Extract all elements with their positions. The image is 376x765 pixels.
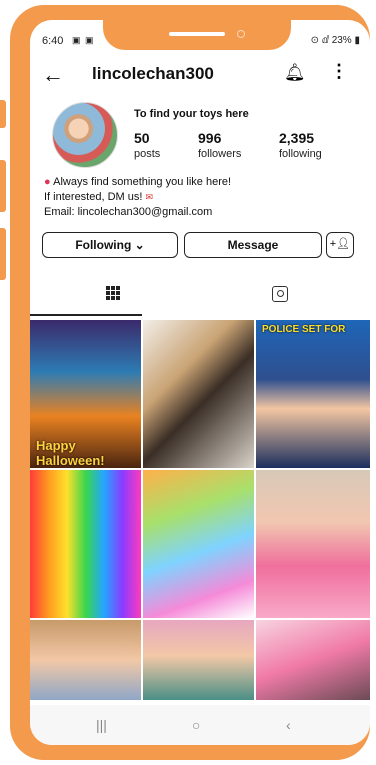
status-right: ⊙ ⅆ 23% ▮: [311, 35, 360, 46]
post-thumbnail[interactable]: [143, 620, 254, 700]
post-caption: Happy Halloween!: [36, 438, 105, 468]
pin-icon: ●: [44, 176, 51, 188]
profile-header: ← lincolechan300 🔔︎ ⋮: [30, 60, 370, 90]
post-thumbnail[interactable]: [256, 620, 370, 700]
post-thumbnail[interactable]: [30, 620, 141, 700]
active-tab-indicator: [30, 314, 142, 316]
system-nav-bar: ||| ○ ‹: [30, 705, 370, 745]
battery-level: 23%: [331, 35, 352, 46]
profile-title: To find your toys here: [134, 108, 249, 120]
bell-icon[interactable]: 🔔︎: [284, 63, 306, 83]
post-thumbnail[interactable]: POLICE SET FOR: [256, 320, 370, 468]
signal-icon: ⊙ ⅆ: [310, 35, 329, 46]
profile-bio: ● Always find something you like here! I…: [44, 175, 231, 220]
posts-count: 50: [134, 130, 150, 146]
notch: [103, 5, 291, 50]
stat-posts[interactable]: 50 posts: [134, 130, 160, 160]
following-button[interactable]: Following ⌄: [42, 232, 178, 258]
posts-label: posts: [134, 148, 161, 160]
following-label: following: [279, 148, 322, 160]
add-person-icon[interactable]: +👤︎: [326, 232, 354, 258]
bio-line-2: If interested, DM us!: [44, 191, 143, 203]
camera-icon: [237, 30, 245, 38]
stat-followers[interactable]: 996 followers: [198, 130, 241, 160]
post-thumbnail[interactable]: [143, 470, 254, 618]
side-button: [0, 228, 6, 280]
battery-icon: ▮: [354, 35, 360, 46]
following-count: 2,395: [279, 130, 315, 146]
followers-label: followers: [198, 148, 242, 160]
post-thumbnail[interactable]: [143, 320, 254, 468]
home-icon[interactable]: ○: [192, 717, 200, 733]
posts-grid: Happy Halloween! POLICE SET FOR: [30, 320, 370, 700]
bio-line-1: Always find something you like here!: [53, 176, 232, 188]
more-options-icon[interactable]: ⋮: [330, 61, 348, 82]
side-button: [0, 100, 6, 128]
followers-count: 996: [198, 130, 222, 146]
bio-line-3[interactable]: Email: lincolechan300@gmail.com: [44, 206, 212, 218]
recent-apps-icon[interactable]: |||: [96, 717, 107, 733]
message-button[interactable]: Message: [184, 232, 322, 258]
grid-icon[interactable]: [106, 286, 120, 300]
stat-following[interactable]: 2,395 following: [279, 130, 322, 160]
back-arrow-icon[interactable]: ←: [42, 62, 64, 88]
post-caption: POLICE SET FOR: [262, 324, 346, 335]
avatar[interactable]: [52, 102, 118, 168]
profile-username: lincolechan300: [92, 64, 214, 83]
post-thumbnail[interactable]: [30, 470, 141, 618]
speaker-bar: [169, 32, 225, 36]
profile-tabs: [30, 286, 370, 316]
back-icon[interactable]: ‹: [286, 717, 291, 733]
phone-screen: 6:40 ▣ ▣ ⊙ ⅆ 23% ▮ ← lincolechan300 🔔︎ ⋮…: [30, 20, 370, 745]
post-thumbnail[interactable]: [256, 470, 370, 618]
tagged-icon[interactable]: [272, 286, 288, 302]
side-button: [0, 160, 6, 212]
status-time: 6:40: [42, 35, 64, 47]
notification-icons: ▣ ▣: [72, 35, 95, 45]
post-thumbnail[interactable]: Happy Halloween!: [30, 320, 141, 468]
envelope-icon: ✉: [145, 192, 154, 202]
